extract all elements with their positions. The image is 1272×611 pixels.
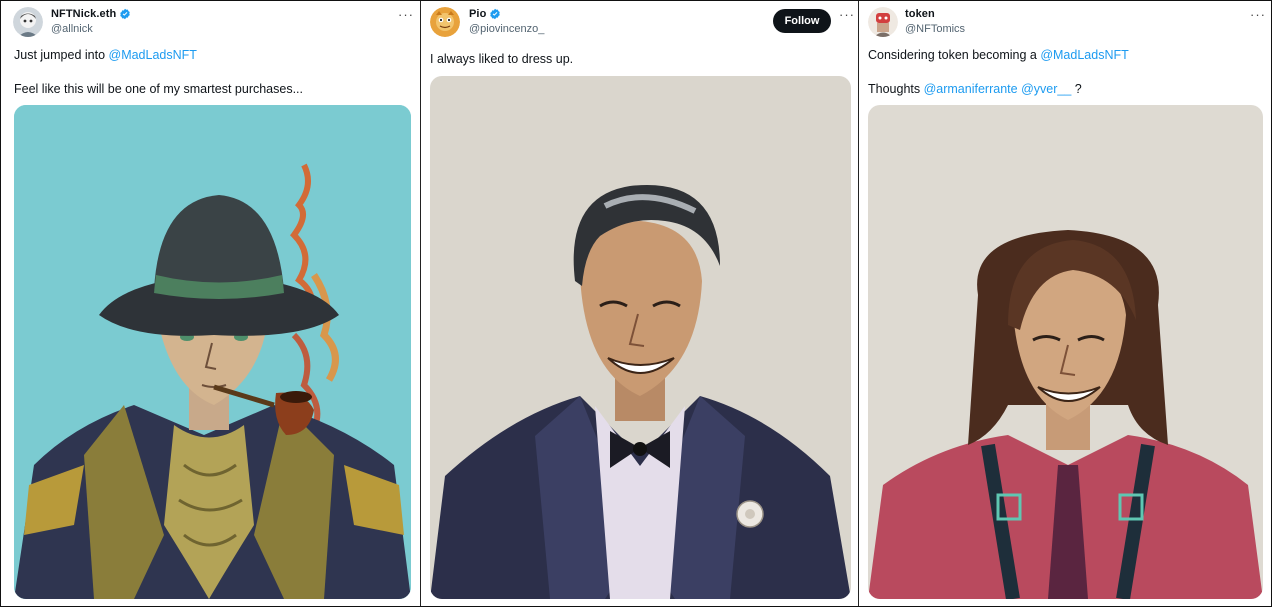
avatar[interactable] — [13, 7, 43, 37]
author-handle[interactable]: @piovincenzo_ — [469, 23, 544, 35]
author-handle[interactable]: @allnick — [51, 23, 93, 35]
mention-link[interactable]: @armaniferrante — [924, 82, 1018, 96]
avatar[interactable] — [868, 7, 898, 37]
more-options-icon[interactable]: ··· — [398, 7, 414, 22]
verified-badge-icon — [120, 8, 131, 20]
tweet-card-1[interactable]: NFTNick.eth @allnick ··· Just jumped int… — [1, 1, 419, 606]
author-name-row: Pio — [469, 8, 501, 20]
mention-link[interactable]: @MadLadsNFT — [1040, 48, 1128, 62]
author-name-row: NFTNick.eth — [51, 8, 131, 20]
more-options-icon[interactable]: ··· — [839, 7, 855, 22]
tweet-text: Thoughts — [868, 82, 924, 96]
author-name-row: token — [905, 8, 935, 20]
author-handle[interactable]: @NFTomics — [905, 23, 965, 35]
mention-link[interactable]: @MadLadsNFT — [109, 48, 197, 62]
follow-button[interactable]: Follow — [773, 9, 831, 33]
avatar[interactable] — [430, 7, 460, 37]
tweet-media-image[interactable] — [430, 76, 851, 599]
more-options-icon[interactable]: ··· — [1250, 7, 1266, 22]
author-name[interactable]: NFTNick.eth — [51, 8, 116, 20]
tweet-media-image[interactable] — [868, 105, 1263, 599]
tweet-text: Just jumped into — [14, 48, 109, 62]
tweet-media-image[interactable] — [14, 105, 411, 599]
mention-link[interactable]: @yver__ — [1021, 82, 1071, 96]
verified-badge-icon — [490, 8, 501, 20]
author-name[interactable]: Pio — [469, 8, 486, 20]
tweet-text-line-1: Considering token becoming a @MadLadsNFT — [868, 47, 1129, 63]
tweet-text: Considering token becoming a — [868, 48, 1041, 62]
tweet-card-3[interactable]: token @NFTomics ··· Considering token be… — [858, 1, 1271, 606]
tweet-text-line-2: Thoughts @armaniferrante @yver__ ? — [868, 81, 1082, 97]
tweet-text-line-1: Just jumped into @MadLadsNFT — [14, 47, 197, 63]
author-name[interactable]: token — [905, 8, 935, 20]
tweet-text-line-1: I always liked to dress up. — [430, 52, 574, 66]
screenshot-frame: NFTNick.eth @allnick ··· Just jumped int… — [0, 0, 1272, 607]
tweet-card-2[interactable]: Pio @piovincenzo_ Follow ··· I always li… — [420, 1, 858, 606]
tweet-text-line-2: Feel like this will be one of my smartes… — [14, 82, 304, 96]
tweet-text: ? — [1071, 82, 1082, 96]
